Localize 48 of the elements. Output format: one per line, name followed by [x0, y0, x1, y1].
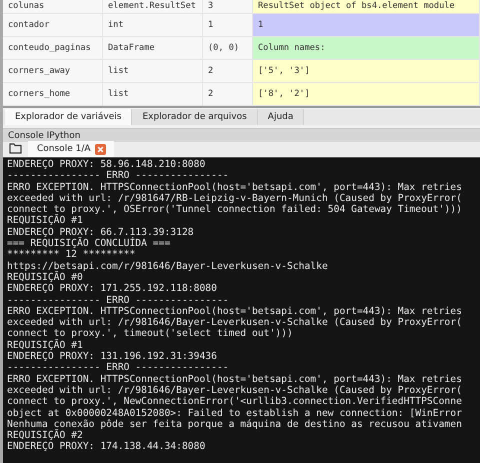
console-line: ERRO EXCEPTION. HTTPSConnectionPool(host='betsapi.com', port=443): Max retries [7, 306, 463, 318]
console-line: exceeded with url: /r/981646/Bayer-Leverkusen-v-Schalke (Caused by ProxyError( [7, 384, 463, 396]
console-line: REQUISIÇÃO #1 [7, 215, 84, 227]
console-line: REQUISIÇÃO #2 [7, 430, 84, 442]
console-line: REQUISIÇÃO #0 [7, 272, 84, 284]
console-line: connect to proxy.', NewConnectionError('<urllib3.connection.VerifiedHTTPSConne [7, 396, 463, 408]
variable-type-cell: list [103, 83, 203, 105]
console-line: exceeded with url: /r/981647/RB-Leipzig-v-Bayern-Munich (Caused by ProxyError( [7, 192, 463, 204]
console-line: ---------------- ERRO ---------------- [7, 294, 230, 306]
variable-value-cell: Column names: [253, 37, 480, 59]
variable-type-cell: list [103, 60, 203, 82]
console-line: ERRO EXCEPTION. HTTPSConnectionPool(host='betsapi.com', port=443): Max retries [7, 182, 463, 193]
variable-value-cell: ['5', '3'] [253, 60, 480, 82]
console-line: object at 0x00000248A0152080>: Failed to establish a new connection: [WinError [7, 408, 463, 419]
variable-value-cell: 1 [253, 14, 480, 36]
console-line: ---------------- ERRO ---------------- [7, 170, 230, 182]
console-line: ENDEREÇO PROXY: 174.138.44.34:8080 [7, 441, 206, 453]
variable-type-cell: DataFrame [103, 37, 203, 59]
console-line: connect to proxy.', OSError('Tunnel connection failed: 504 Gateway Timeout'))) [7, 204, 463, 216]
console-line: ENDEREÇO PROXY: 58.96.148.210:8080 [7, 159, 206, 170]
console-line: REQUISIÇÃO #1 [7, 340, 84, 352]
variable-type-cell: int [103, 14, 203, 36]
console-line: === REQUISIÇÃO CONCLUÍDA === [7, 238, 172, 250]
console-line: ENDEREÇO PROXY: 131.196.192.31:39436 [7, 351, 218, 362]
variable-name-cell: contador [3, 14, 103, 36]
variable-value-cell: ResultSet object of bs4.element module [253, 0, 480, 13]
console-line: https://betsapi.com/r/981646/Bayer-Leverkusen-v-Schalke [7, 260, 329, 272]
console-line: exceeded with url: /r/981646/Bayer-Leverkusen-v-Schalke (Caused by ProxyError( [7, 317, 463, 328]
variable-name-cell: corners_home [3, 83, 103, 105]
console-tab[interactable]: Console 1/A [28, 141, 114, 157]
variable-type-cell: element.ResultSet [103, 0, 203, 13]
console-line: ERRO EXCEPTION. HTTPSConnectionPool(host='betsapi.com', port=443): Max retries [7, 374, 463, 385]
variable-name-cell: corners_away [3, 60, 103, 82]
variable-name-cell: colunas [3, 0, 103, 13]
folder-icon[interactable] [9, 143, 22, 154]
console-line: ********* 12 ********* [7, 249, 136, 261]
console-line: Nenhuma conexão pôde ser feita porque a máquina de destino as recusou ativamen [7, 418, 463, 430]
close-icon[interactable] [94, 144, 106, 154]
console-line: connect to proxy.', timeout('select timed out'))) [7, 328, 294, 340]
variable-name-cell: conteudo_paginas [3, 37, 103, 59]
console-line: ENDEREÇO PROXY: 171.255.192.118:8080 [7, 283, 218, 295]
console-line: ENDEREÇO PROXY: 66.7.113.39:3128 [7, 226, 195, 238]
pane-tab[interactable]: Ajuda [258, 109, 304, 125]
pane-title: Console IPython [3, 128, 480, 142]
console-line: ---------------- ERRO ---------------- [7, 362, 230, 374]
pane-tab[interactable]: Explorador de variáveis [5, 109, 132, 125]
variable-value-cell: ['8', '2'] [253, 83, 480, 105]
pane-tab[interactable]: Explorador de arquivos [132, 109, 258, 125]
